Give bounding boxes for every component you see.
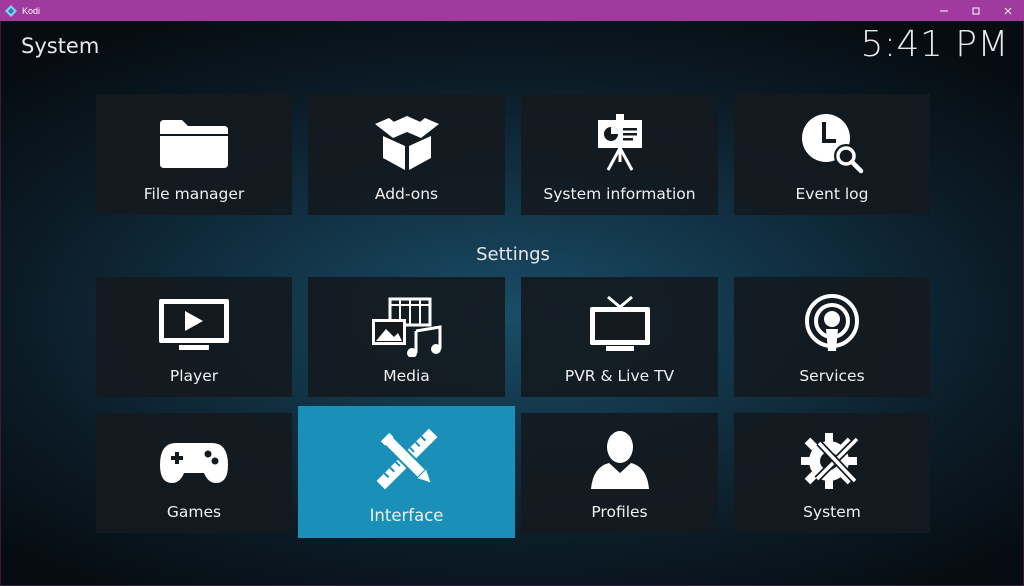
pencil-ruler-icon	[374, 426, 440, 492]
tv-play-icon	[157, 297, 231, 353]
tile-label: Player	[169, 367, 219, 385]
box-icon	[373, 112, 441, 172]
gamepad-icon	[158, 439, 230, 485]
tile-games[interactable]: Games	[96, 413, 292, 533]
tile-label: Event log	[795, 185, 869, 203]
broadcast-icon	[804, 293, 860, 355]
tile-services[interactable]: Services	[734, 277, 930, 397]
tile-interface[interactable]: Interface	[298, 406, 515, 538]
tile-player[interactable]: Player	[96, 277, 292, 397]
window-title: Kodi	[22, 5, 41, 16]
clock-search-icon	[800, 112, 864, 174]
tile-label: Services	[799, 367, 865, 385]
folder-icon	[158, 116, 230, 170]
presentation-icon	[596, 112, 644, 172]
tile-label: Add-ons	[374, 185, 439, 203]
page-title: System	[21, 34, 100, 58]
tile-event-log[interactable]: Event log	[734, 94, 930, 215]
tile-label: Profiles	[591, 503, 648, 521]
clock: 5:41 PM	[860, 24, 1009, 65]
tile-label: File manager	[143, 185, 245, 203]
system-screen: System 5:41 PM File manager Add-ons Syst…	[0, 21, 1024, 586]
tile-file-manager[interactable]: File manager	[96, 94, 292, 215]
close-button[interactable]	[992, 0, 1024, 21]
tile-label: Media	[383, 367, 430, 385]
tile-label: Games	[166, 503, 222, 521]
tile-label: PVR & Live TV	[564, 367, 675, 385]
gear-tools-icon	[799, 429, 865, 493]
tv-antenna-icon	[588, 295, 652, 353]
window-titlebar: Kodi	[0, 0, 1024, 21]
tile-profiles[interactable]: Profiles	[521, 413, 718, 533]
tile-system[interactable]: System	[734, 413, 930, 533]
minimize-button[interactable]	[928, 0, 960, 21]
tile-label: System	[803, 503, 861, 521]
tile-media[interactable]: Media	[308, 277, 505, 397]
tile-add-ons[interactable]: Add-ons	[308, 94, 505, 215]
kodi-logo-icon	[5, 4, 17, 17]
tile-pvr-live-tv[interactable]: PVR & Live TV	[521, 277, 718, 397]
media-icon	[370, 297, 444, 357]
tile-label: System information	[543, 185, 696, 203]
user-icon	[589, 429, 651, 491]
tile-system-information[interactable]: System information	[521, 94, 718, 215]
tile-label: Interface	[369, 506, 444, 525]
settings-heading: Settings	[476, 244, 550, 265]
maximize-button[interactable]	[960, 0, 992, 21]
